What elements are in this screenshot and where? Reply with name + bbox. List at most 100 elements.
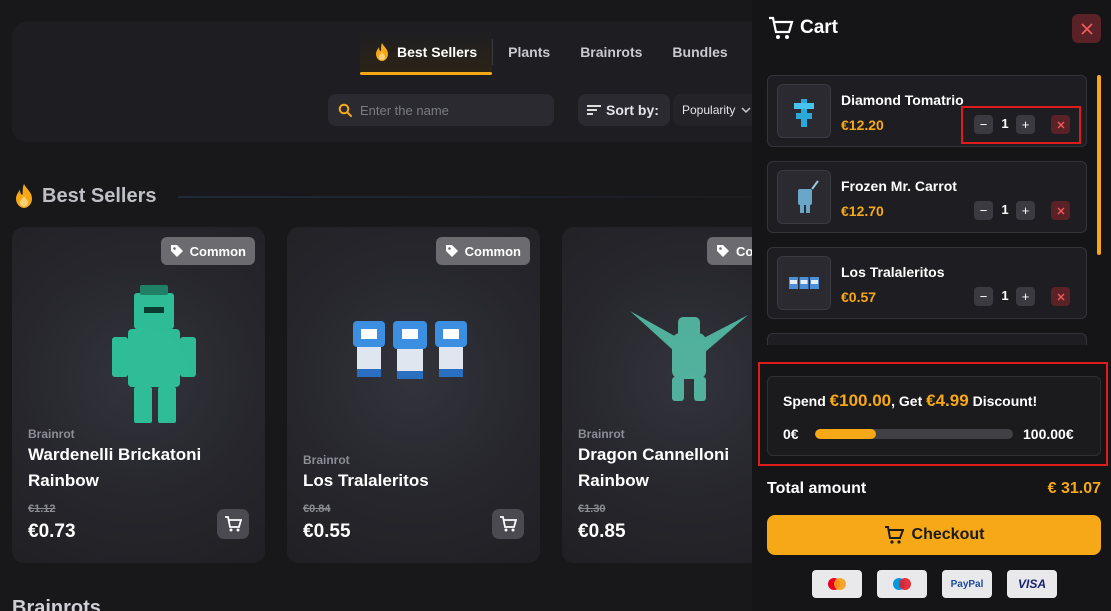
cart-title: Cart (800, 17, 839, 38)
add-to-cart-button[interactable] (217, 509, 249, 539)
cart-icon (769, 16, 794, 39)
product-price: €0.55 (303, 521, 351, 542)
item-name: Los Tralaleritos (841, 264, 945, 280)
qty-value: 1 (1001, 288, 1009, 303)
qty-decrease-button[interactable]: − (974, 201, 993, 220)
tab-plants[interactable]: Plants (493, 30, 565, 74)
close-icon (1057, 207, 1064, 214)
item-price: €0.57 (841, 289, 877, 305)
tab-label: Brainrots (580, 44, 643, 60)
cart-drawer: Cart Diamond Tomatrio €12.20 − 1 + Froze… (752, 0, 1111, 611)
tag-icon (170, 245, 183, 257)
total-value: € 31.07 (1047, 480, 1101, 497)
maestro-icon (877, 570, 927, 598)
product-card[interactable]: Common Brainrot Wardenelli Brickatoni Ra… (12, 227, 265, 563)
tab-label: Best Sellers (397, 44, 478, 60)
rarity-badge: Common (435, 237, 530, 265)
product-old-price: €0.84 (303, 503, 331, 515)
plus-icon: + (1021, 203, 1030, 218)
product-price: €0.85 (578, 521, 626, 542)
search-icon (338, 103, 352, 117)
product-category: Brainrot (28, 427, 75, 441)
minus-icon: − (979, 289, 988, 304)
rarity-badge: Common (707, 237, 752, 265)
rarity-text: Common (189, 243, 246, 259)
cart-item (767, 333, 1087, 345)
mastercard-icon (812, 570, 862, 598)
rarity-text: Common (464, 243, 521, 259)
tab-best-sellers[interactable]: Best Sellers (360, 30, 493, 75)
close-icon (1080, 22, 1093, 35)
product-old-price: €1.30 (578, 503, 606, 515)
remove-item-button[interactable] (1051, 287, 1070, 306)
tab-label: Bundles (672, 44, 728, 60)
item-thumbnail (777, 256, 831, 310)
item-price: €12.70 (841, 203, 884, 219)
close-button[interactable] (1072, 14, 1101, 43)
sort-select[interactable]: Popularity (673, 94, 752, 126)
search-box[interactable] (328, 94, 554, 126)
tag-icon (717, 245, 729, 257)
total-label: Total amount (767, 480, 867, 497)
close-icon (1057, 293, 1064, 300)
category-tabs: Best Sellers Plants Brainrots Bundles (360, 30, 743, 75)
cart-icon (884, 526, 904, 544)
product-price: €0.73 (28, 521, 76, 542)
product-name: Wardenelli Brickatoni Rainbow (28, 445, 202, 490)
product-image (353, 321, 467, 379)
tab-label: Plants (508, 44, 551, 60)
plus-icon: + (1021, 289, 1030, 304)
cart-item: Frozen Mr. Carrot €12.70 − 1 + (767, 161, 1087, 233)
paypal-icon: PayPal (942, 570, 992, 598)
cart-header: Cart (768, 16, 838, 40)
remove-item-button[interactable] (1051, 201, 1070, 220)
product-image (112, 285, 196, 423)
cart-scrollbar[interactable] (1097, 75, 1101, 255)
cart-item: Los Tralaleritos €0.57 − 1 + (767, 247, 1087, 319)
product-card[interactable]: Common Brainrot Dragon Cannelloni Rainbo… (562, 227, 752, 563)
item-image (798, 180, 819, 213)
qty-value: 1 (1001, 202, 1009, 217)
sort-label-box[interactable]: Sort by: (578, 94, 670, 126)
section-divider (178, 196, 752, 198)
chevron-down-icon (741, 107, 751, 114)
minus-icon: − (979, 203, 988, 218)
section-title-text: Best Sellers (42, 184, 157, 207)
item-thumbnail (777, 170, 831, 224)
search-input[interactable] (360, 102, 540, 118)
flame-icon (376, 43, 388, 61)
item-image (789, 277, 819, 289)
item-thumbnail (777, 84, 831, 138)
qty-increase-button[interactable]: + (1016, 287, 1035, 306)
sort-icon (587, 105, 601, 115)
checkout-button[interactable]: Checkout (767, 515, 1101, 555)
section-title: Best Sellers (14, 184, 157, 208)
paypal-text: PayPal (950, 578, 984, 590)
visa-icon: VISA (1007, 570, 1057, 598)
tag-icon (445, 245, 458, 257)
rarity-text: Common (736, 243, 752, 259)
add-to-cart-button[interactable] (492, 509, 524, 539)
checkout-label: Checkout (911, 526, 985, 543)
section-title-brainrots: Brainrots (12, 597, 101, 611)
product-old-price: €1.12 (28, 503, 56, 515)
qty-increase-button[interactable]: + (1016, 201, 1035, 220)
item-name: Diamond Tomatrio (841, 92, 964, 108)
highlight-box (758, 362, 1108, 466)
item-name: Frozen Mr. Carrot (841, 178, 957, 194)
highlight-box (961, 106, 1081, 144)
product-image (630, 311, 748, 401)
tab-brainrots[interactable]: Brainrots (565, 30, 657, 74)
sort-selected-value: Popularity (682, 103, 736, 117)
tab-bundles[interactable]: Bundles (657, 30, 742, 74)
visa-text: VISA (1017, 577, 1046, 591)
rarity-badge: Common (160, 237, 255, 265)
product-category: Brainrot (578, 427, 625, 441)
flame-icon (16, 184, 32, 208)
store-panel: Best Sellers Plants Brainrots Bundles So… (0, 0, 752, 611)
qty-decrease-button[interactable]: − (974, 287, 993, 306)
product-category: Brainrot (303, 453, 350, 467)
product-card[interactable]: Common Brainrot Los Tralaleritos €0.84 €… (287, 227, 540, 563)
product-name: Dragon Cannelloni Rainbow (578, 445, 730, 490)
cart-add-icon (225, 516, 242, 532)
